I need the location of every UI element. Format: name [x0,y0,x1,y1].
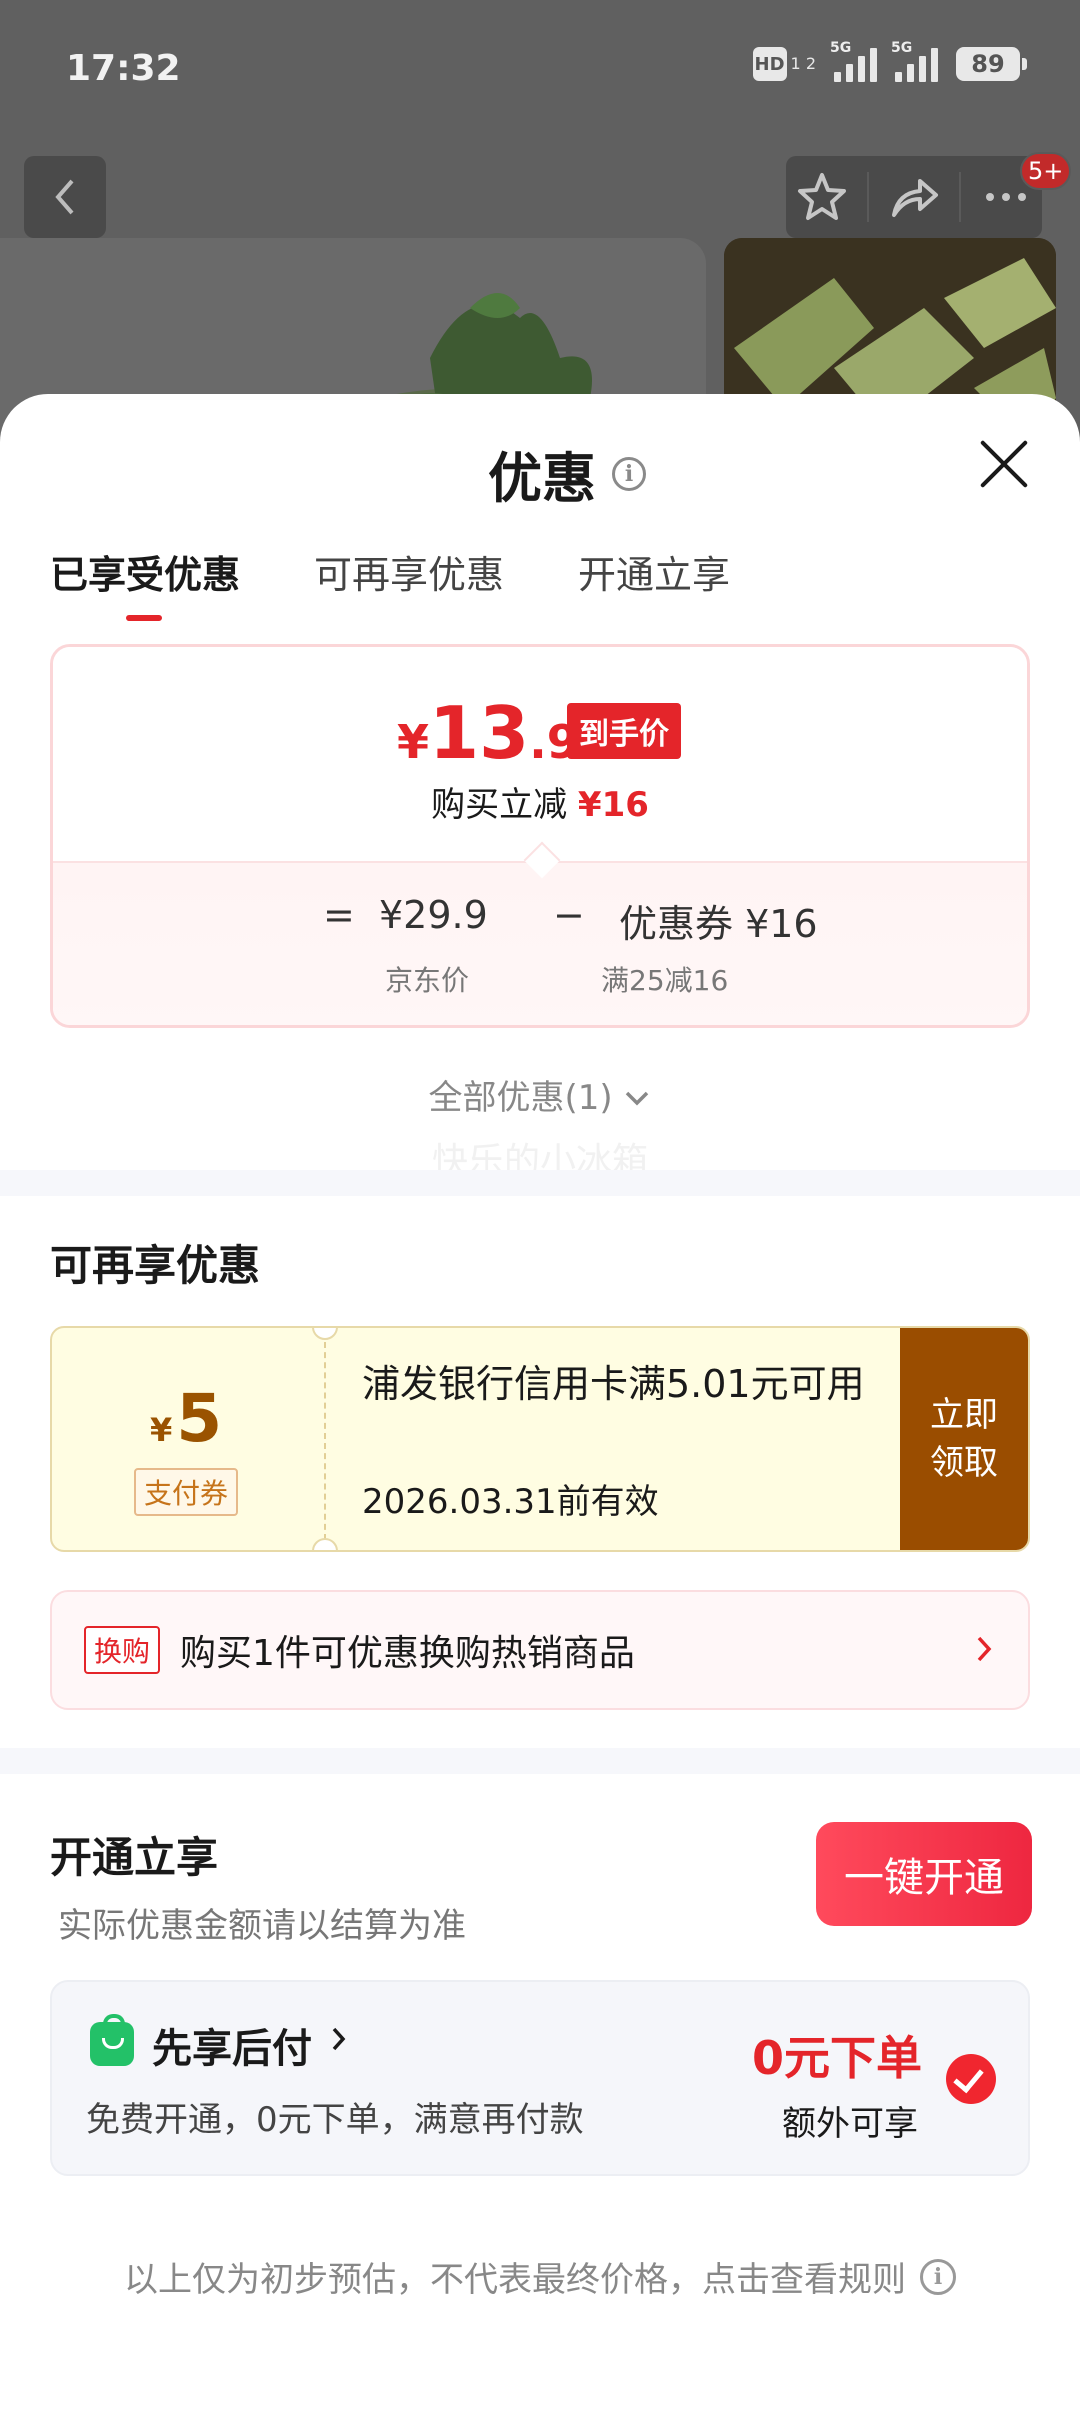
coupon-type-tag: 支付券 [134,1468,239,1516]
hand-price-tag: 到手价 [567,703,681,759]
status-icons: HD 1 2 5G 5G 89 [752,40,1027,82]
claim-coupon-button[interactable]: 立即领取 [900,1328,1028,1550]
reduce-amount: ¥16 [577,785,649,825]
coupon-currency: ¥ [150,1411,173,1449]
coupon-value: ¥ 5 [150,1380,222,1457]
open-section-subtitle: 实际优惠金额请以结算为准 [58,1906,466,1946]
price-integer: 13 [429,691,530,775]
final-price: ¥ 13 .9 [397,691,579,775]
all-discounts-toggle[interactable]: 全部优惠(1) [0,1070,1080,1119]
swap-purchase-row[interactable]: 换购 购买1件可优惠换购热销商品 [50,1590,1030,1710]
price-breakdown: = ¥29.9 − 优惠券 ¥16 京东价 满25减16 [53,861,1027,1025]
hd-icon: HD [752,47,787,81]
equals-sign: = [323,893,355,937]
discount-sheet: 优惠 i 已享受优惠 可再享优惠 开通立享 ¥ 13 .9 到手价 购买立减 ¥… [0,394,1080,2412]
one-click-open-button[interactable]: 一键开通 [816,1822,1032,1926]
share-icon[interactable] [888,171,940,223]
chevron-right-icon [977,1636,992,1662]
payment-coupon: ¥ 5 支付券 浦发银行信用卡满5.01元可用 2026.03.31前有效 立即… [50,1326,1030,1552]
tab-open[interactable]: 开通立享 [578,544,730,599]
price-summary: ¥ 13 .9 到手价 购买立减 ¥16 [53,647,1027,861]
hd-sub-label: 1 2 [790,54,816,73]
reduce-line: 购买立减 ¥16 [53,777,1027,826]
tab-more[interactable]: 可再享优惠 [314,544,504,599]
currency-symbol: ¥ [397,715,430,769]
price-card: ¥ 13 .9 到手价 购买立减 ¥16 = ¥29.9 − 优惠券 ¥16 京… [50,644,1030,1028]
tabs: 已享受优惠 可再享优惠 开通立享 [50,544,730,621]
signal-icon: 5G [891,40,938,82]
signal-icon: 5G [830,40,877,82]
battery-icon: 89 [956,47,1027,81]
all-discounts-label: 全部优惠(1) [428,1078,613,1118]
pay-later-highlight: 0元下单 [752,2031,923,2085]
info-icon: i [920,2258,956,2295]
footer-note-text: 以上仅为初步预估，不代表最终价格，点击查看规则 [124,2260,906,2300]
coupon-value-area: ¥ 5 支付券 [52,1328,324,1550]
coupon-amount-value: 5 [176,1380,223,1457]
section-divider [0,1170,1080,1196]
coupon-validity: 2026.03.31前有效 [362,1482,659,1522]
chevron-right-icon [332,2027,346,2051]
swap-text: 购买1件可优惠换购热销商品 [180,1633,635,1674]
chevron-left-icon [55,179,74,215]
section-divider [0,1748,1080,1774]
open-section-title: 开通立享 [50,1833,219,1882]
minus-sign: − [553,893,585,937]
pay-later-title: 先享后付 [152,2026,312,2072]
pay-later-description: 免费开通，0元下单，满意再付款 [86,2100,584,2140]
status-time: 17:32 [66,48,181,89]
sheet-title: 优惠 [488,447,596,510]
signal-1-label: 5G [830,40,852,56]
pay-later-extra: 额外可享 [782,2104,918,2144]
coupon-perforation [324,1342,326,1540]
info-icon[interactable]: i [612,456,646,491]
close-button[interactable] [976,436,1032,492]
tab-enjoyed[interactable]: 已享受优惠 [50,544,240,621]
shopping-bag-icon [90,2014,134,2066]
jd-price-label: 京东价 [385,964,470,997]
pay-later-card[interactable]: 先享后付 免费开通，0元下单，满意再付款 0元下单 额外可享 [50,1980,1030,2176]
checkmark-icon[interactable] [946,2054,996,2104]
coupon-description: 浦发银行信用卡满5.01元可用 [362,1362,865,1406]
status-bar: 17:32 HD 1 2 5G 5G 89 [0,0,1080,140]
coupon-rule: 满25减16 [601,964,729,997]
jd-price: ¥29.9 [379,893,488,937]
footer-note[interactable]: 以上仅为初步预估，不代表最终价格，点击查看规则 i [0,2252,1080,2301]
coupon-amount: 优惠券 ¥16 [619,902,818,946]
more-discounts-title: 可再享优惠 [50,1241,261,1290]
star-icon[interactable] [796,171,848,223]
swap-tag: 换购 [84,1626,161,1674]
top-actions [786,156,1042,238]
reduce-label: 购买立减 [431,785,568,825]
coupon-notch-bottom [312,1538,338,1550]
back-button[interactable] [24,156,106,238]
sheet-header: 优惠 i [488,434,646,513]
chevron-down-icon [626,1091,649,1106]
message-badge: 5+ [1020,152,1072,190]
signal-2-label: 5G [891,40,913,56]
